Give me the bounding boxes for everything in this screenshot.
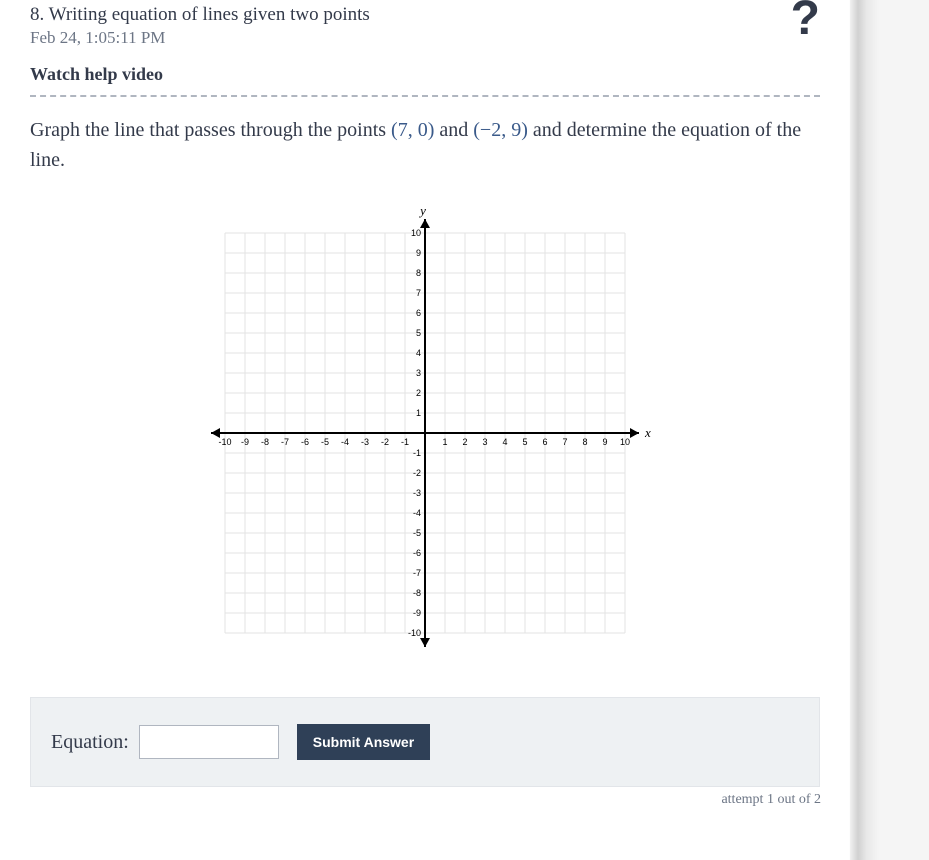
svg-text:1: 1 <box>416 408 421 418</box>
coordinate-grid[interactable]: -10 -9 -8 -7 -6 -5 -4 -3 -2 -1 1 2 3 4 5 6 7 8 9 10 -10 -9 -8 -… <box>195 203 655 663</box>
svg-text:8: 8 <box>416 268 421 278</box>
svg-text:-10: -10 <box>408 628 421 638</box>
svg-text:-3: -3 <box>413 488 421 498</box>
svg-text:8: 8 <box>582 437 587 447</box>
svg-text:-5: -5 <box>413 528 421 538</box>
svg-text:-1: -1 <box>401 437 409 447</box>
svg-text:3: 3 <box>482 437 487 447</box>
question-mid: and <box>434 119 473 141</box>
svg-text:x: x <box>644 425 651 440</box>
answer-panel: Equation: Submit Answer attempt 1 out of… <box>30 697 820 787</box>
svg-text:4: 4 <box>416 348 421 358</box>
svg-text:-1: -1 <box>413 448 421 458</box>
svg-text:y: y <box>418 203 426 218</box>
svg-text:7: 7 <box>416 288 421 298</box>
svg-text:4: 4 <box>502 437 507 447</box>
attempt-counter: attempt 1 out of 2 <box>721 792 821 808</box>
svg-text:2: 2 <box>462 437 467 447</box>
svg-text:-2: -2 <box>413 468 421 478</box>
question-text: Graph the line that passes through the p… <box>30 115 820 175</box>
problem-title: 8. Writing equation of lines given two p… <box>30 4 820 26</box>
page-shadow <box>849 0 879 860</box>
svg-text:1: 1 <box>442 437 447 447</box>
svg-text:3: 3 <box>416 368 421 378</box>
svg-text:9: 9 <box>602 437 607 447</box>
svg-text:-4: -4 <box>341 437 349 447</box>
svg-text:-10: -10 <box>218 437 231 447</box>
svg-text:-8: -8 <box>413 588 421 598</box>
svg-text:5: 5 <box>522 437 527 447</box>
timestamp: Feb 24, 1:05:11 PM <box>30 28 820 48</box>
equation-label: Equation: <box>51 731 129 754</box>
svg-text:6: 6 <box>416 308 421 318</box>
svg-text:-9: -9 <box>241 437 249 447</box>
svg-text:-5: -5 <box>321 437 329 447</box>
svg-text:-8: -8 <box>261 437 269 447</box>
svg-text:-7: -7 <box>413 568 421 578</box>
svg-text:9: 9 <box>416 248 421 258</box>
point-1: (7, 0) <box>391 119 434 141</box>
svg-text:-3: -3 <box>361 437 369 447</box>
question-prefix: Graph the line that passes through the p… <box>30 119 391 141</box>
divider <box>30 95 820 97</box>
svg-text:6: 6 <box>542 437 547 447</box>
svg-text:10: 10 <box>620 437 630 447</box>
graph-area[interactable]: -10 -9 -8 -7 -6 -5 -4 -3 -2 -1 1 2 3 4 5 6 7 8 9 10 -10 -9 -8 -… <box>30 203 820 663</box>
svg-text:7: 7 <box>562 437 567 447</box>
watch-video-link[interactable]: Watch help video <box>30 64 163 85</box>
svg-text:-9: -9 <box>413 608 421 618</box>
svg-text:10: 10 <box>411 228 421 238</box>
help-icon[interactable]: ? <box>791 0 820 38</box>
svg-text:5: 5 <box>416 328 421 338</box>
svg-text:-4: -4 <box>413 508 421 518</box>
problem-page: ? 8. Writing equation of lines given two… <box>0 0 850 860</box>
equation-input[interactable] <box>139 725 279 759</box>
submit-button[interactable]: Submit Answer <box>297 724 430 760</box>
svg-text:-6: -6 <box>413 548 421 558</box>
header: 8. Writing equation of lines given two p… <box>30 0 820 95</box>
svg-text:-7: -7 <box>281 437 289 447</box>
svg-text:-6: -6 <box>301 437 309 447</box>
point-2: (−2, 9) <box>473 119 528 141</box>
svg-text:2: 2 <box>416 388 421 398</box>
svg-text:-2: -2 <box>381 437 389 447</box>
